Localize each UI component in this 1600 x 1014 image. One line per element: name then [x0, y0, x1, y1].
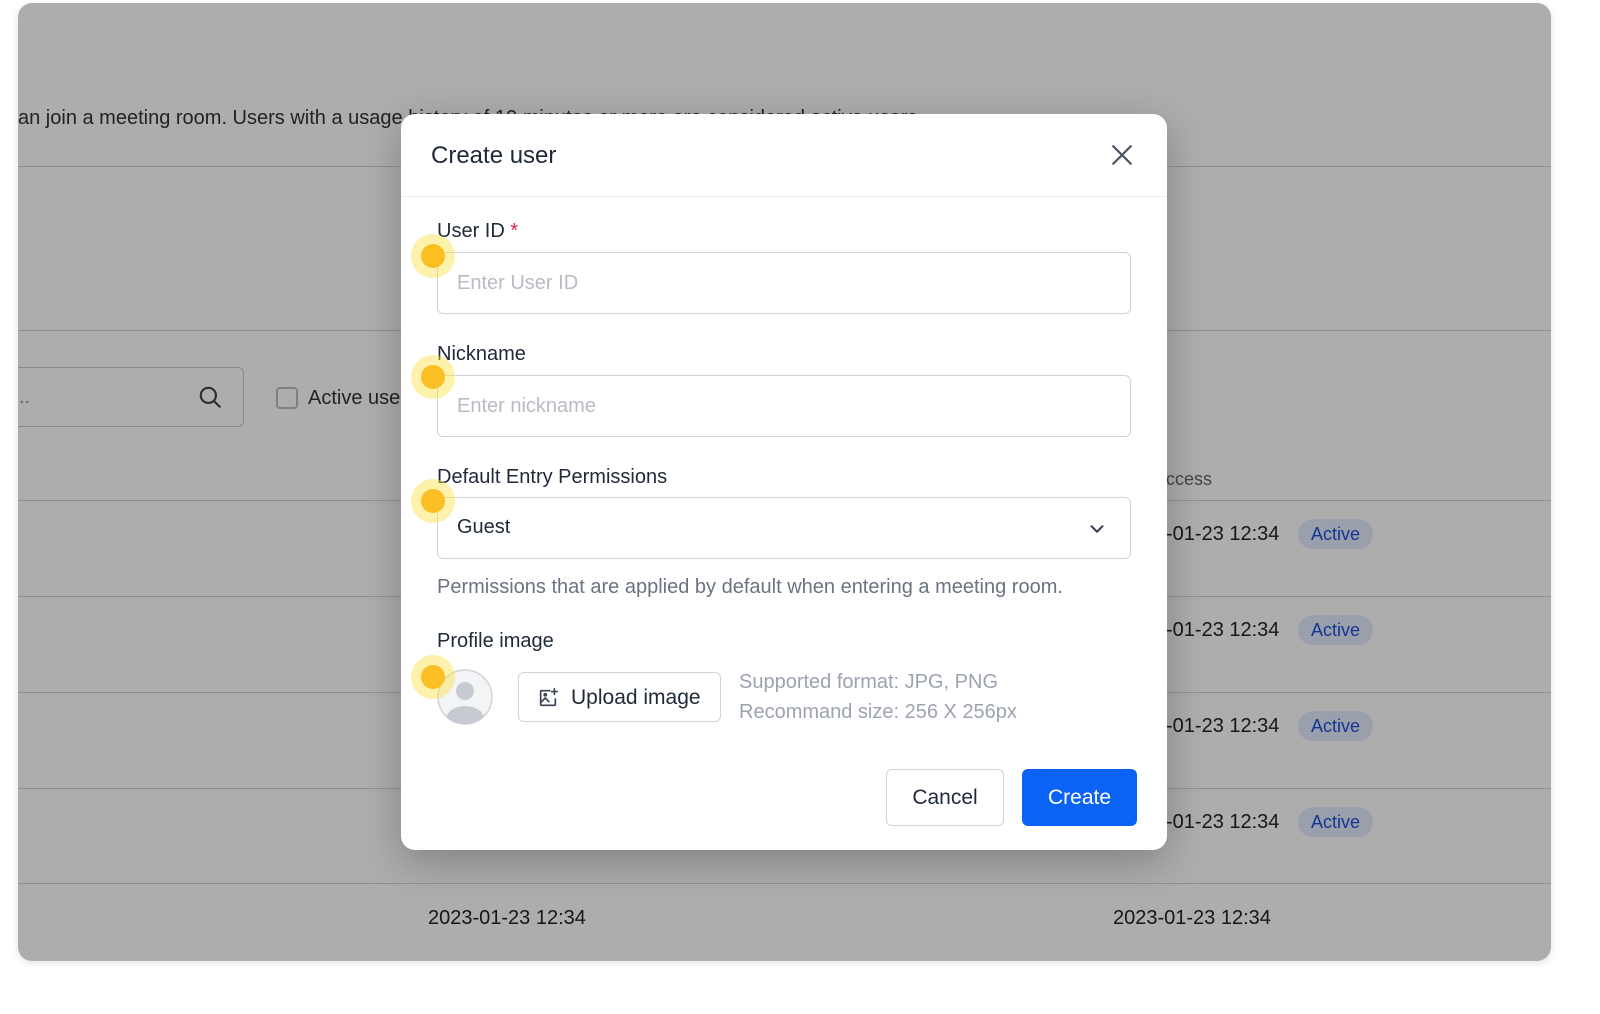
- highlight-marker: [411, 479, 455, 523]
- format-hint: Supported format: JPG, PNG: [739, 671, 998, 693]
- dialog-title: Create user: [431, 142, 557, 169]
- highlight-marker: [411, 234, 455, 278]
- permissions-select[interactable]: Guest: [437, 497, 1131, 559]
- required-mark: *: [510, 220, 519, 242]
- permissions-help-text: Permissions that are applied by default …: [437, 576, 1063, 598]
- upload-image-label: Upload image: [571, 686, 701, 709]
- image-add-icon: [539, 688, 558, 707]
- create-user-dialog: Create user User ID * Nickname Default E…: [401, 114, 1167, 850]
- permissions-label: Default Entry Permissions: [437, 466, 668, 488]
- user-id-input[interactable]: [437, 252, 1131, 314]
- highlight-marker: [411, 655, 455, 699]
- size-hint: Recommand size: 256 X 256px: [739, 701, 1017, 723]
- dialog-header: Create user: [401, 114, 1167, 197]
- cancel-button[interactable]: Cancel: [886, 769, 1004, 826]
- nickname-input[interactable]: [437, 375, 1131, 437]
- chevron-down-icon: [1090, 525, 1104, 533]
- permissions-selected-value: Guest: [457, 516, 511, 538]
- create-button[interactable]: Create: [1022, 769, 1137, 826]
- close-icon[interactable]: [1107, 140, 1137, 170]
- upload-image-button[interactable]: Upload image: [518, 672, 721, 722]
- user-id-label: User ID *: [437, 220, 518, 243]
- profile-image-label: Profile image: [437, 630, 554, 652]
- highlight-marker: [411, 355, 455, 399]
